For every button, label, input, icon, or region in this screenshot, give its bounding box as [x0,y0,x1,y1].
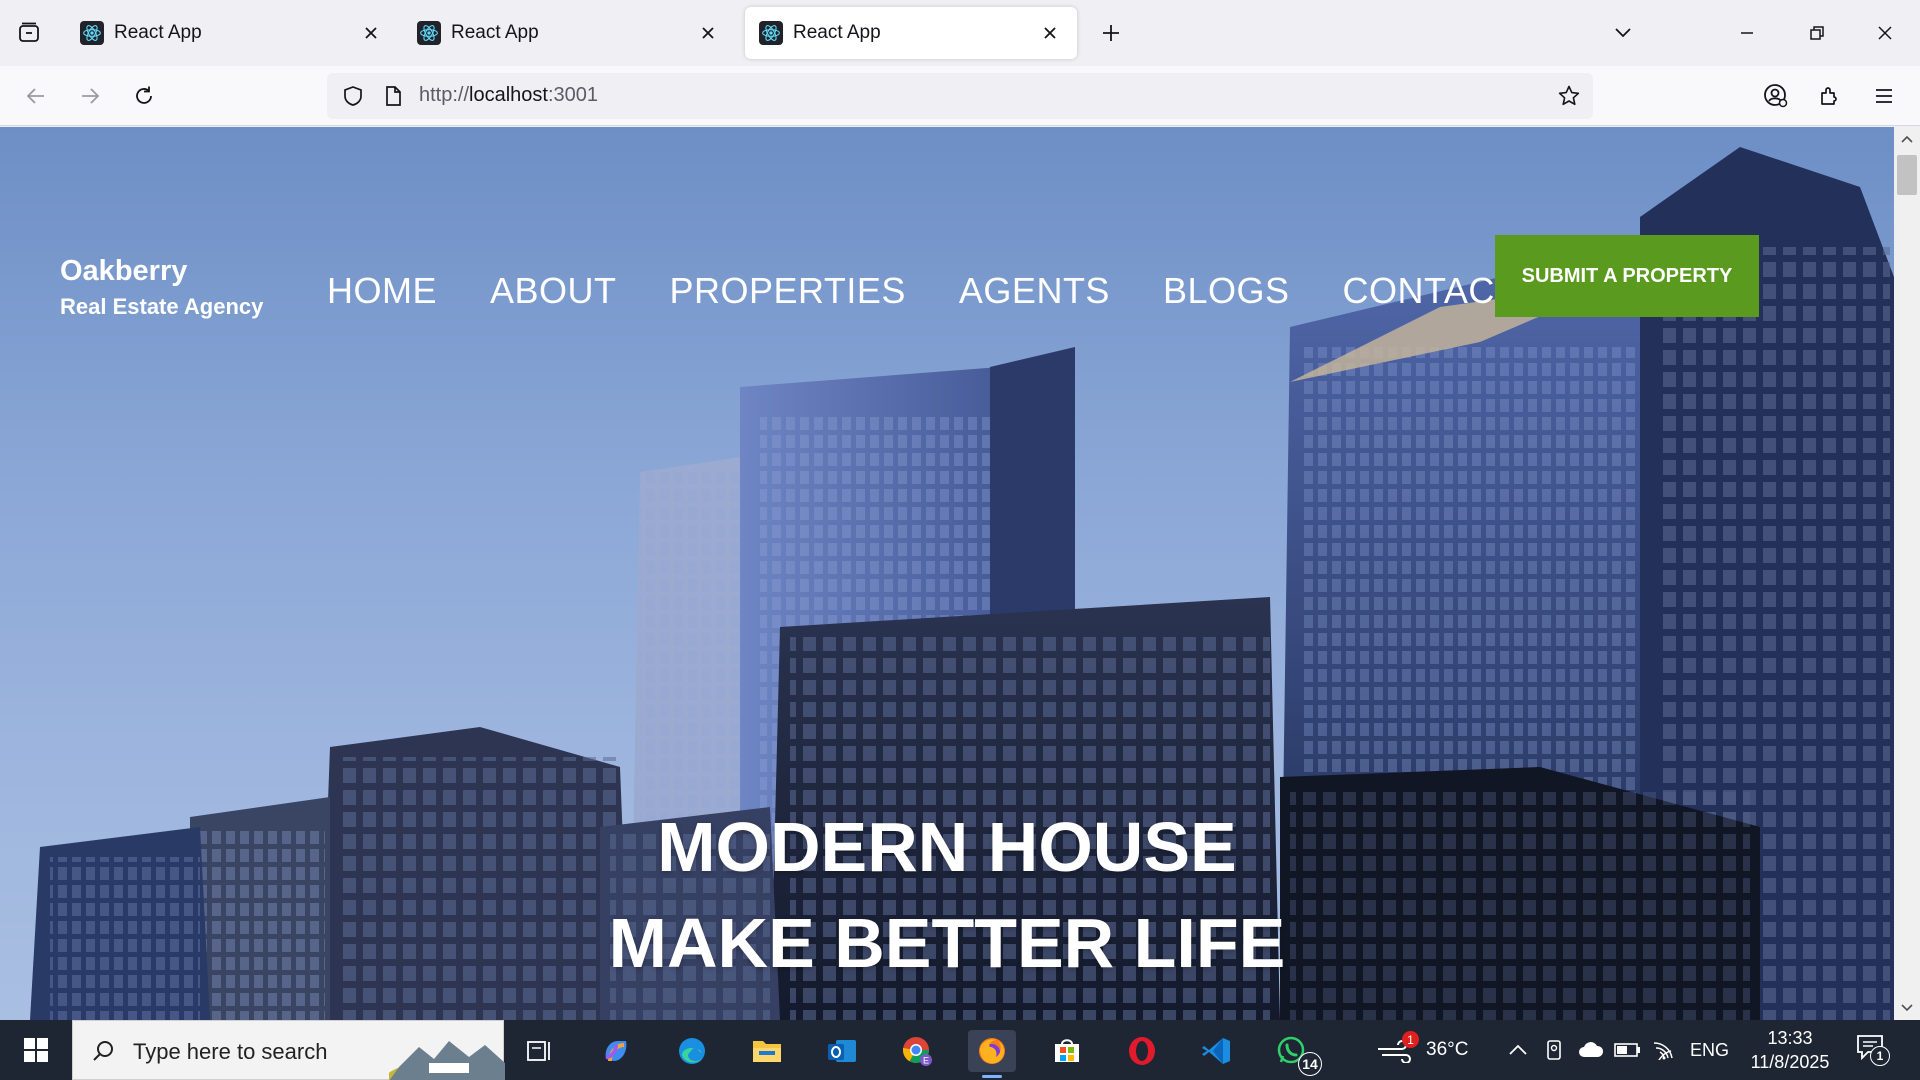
brand-tagline: Real Estate Agency [60,294,264,319]
bookmark-star-icon[interactable] [1555,82,1583,110]
page-scrollbar[interactable] [1894,127,1920,1020]
page-icon[interactable] [379,82,407,110]
firefox-icon[interactable] [968,1030,1016,1078]
forward-arrow-icon[interactable] [72,78,108,114]
whatsapp-badge: 14 [1298,1052,1322,1076]
react-icon [80,21,104,45]
taskbar-clock[interactable]: 13:33 11/8/2025 [1740,1026,1840,1074]
nav-link-properties[interactable]: PROPERTIES [670,270,906,312]
browser-toolbar: http://localhost:3001 [0,66,1920,126]
hero-heading-line-2: MAKE BETTER LIFE [608,904,1286,982]
taskbar-search-box[interactable]: Type here to search [72,1020,505,1080]
minimize-icon[interactable] [1725,14,1769,52]
submit-property-button[interactable]: SUBMIT A PROPERTY [1495,235,1759,317]
new-tab-icon[interactable] [1096,18,1126,48]
copilot-icon[interactable] [592,1030,640,1072]
search-icon [89,1037,117,1065]
react-icon [417,21,441,45]
close-tab-icon[interactable] [358,20,384,46]
nav-link-agents[interactable]: AGENTS [959,270,1110,312]
opera-icon[interactable] [1118,1030,1166,1072]
notifications-icon[interactable]: 1 [1856,1020,1896,1080]
clock-time: 13:33 [1767,1028,1813,1048]
chevron-down-icon[interactable] [1608,18,1638,48]
chrome-icon[interactable]: E [893,1030,941,1072]
weather-badge: 1 [1402,1031,1419,1048]
restore-icon[interactable] [1795,14,1839,52]
battery-icon[interactable] [1614,1020,1642,1080]
url-bar[interactable]: http://localhost:3001 [327,73,1593,119]
edge-browser-icon[interactable] [668,1030,716,1072]
vs-code-icon[interactable] [1193,1030,1241,1072]
extensions-icon[interactable] [1812,78,1848,114]
account-icon[interactable] [1758,78,1794,114]
show-hidden-icons-chevron-icon[interactable] [1508,1020,1528,1080]
close-tab-icon[interactable] [695,20,721,46]
weather-wind-icon: 1 [1376,1031,1420,1065]
shield-icon[interactable] [339,82,367,110]
scroll-up-icon[interactable] [1894,127,1920,151]
windows-taskbar: Type here to search E 14 1 36°C ENG 13:3… [0,1020,1920,1080]
site-nav: HOME ABOUT PROPERTIES AGENTS BLOGS CONTA… [327,270,1517,312]
close-tab-icon[interactable] [1037,20,1063,46]
scroll-thumb[interactable] [1897,155,1917,195]
browser-tab-strip: React App React App React App [0,0,1920,66]
page-viewport: Oakberry Real Estate Agency HOME ABOUT P… [0,127,1894,1020]
browser-tab-1[interactable]: React App [66,7,398,59]
nav-link-blogs[interactable]: BLOGS [1163,270,1290,312]
search-placeholder: Type here to search [133,1039,328,1064]
nav-link-about[interactable]: ABOUT [490,270,617,312]
tab-title: React App [114,22,202,43]
whatsapp-icon[interactable]: 14 [1268,1030,1322,1076]
url-text[interactable]: http://localhost:3001 [419,84,598,107]
microsoft-store-icon[interactable] [1043,1030,1091,1072]
browser-tab-2[interactable]: React App [403,7,735,59]
language-indicator[interactable]: ENG [1690,1020,1729,1080]
reload-icon[interactable] [126,78,162,114]
nav-link-home[interactable]: HOME [327,270,437,312]
hamburger-menu-icon[interactable] [1866,78,1902,114]
wifi-icon[interactable] [1652,1020,1676,1080]
brand-name: Oakberry [60,255,188,287]
site-brand[interactable]: Oakberry Real Estate Agency [60,255,263,320]
clock-date: 11/8/2025 [1750,1052,1830,1072]
meet-now-icon[interactable] [1544,1020,1566,1080]
tab-title: React App [793,22,881,43]
scroll-down-icon[interactable] [1894,996,1920,1020]
search-highlight-illustration-icon [389,1041,505,1080]
tab-title: React App [451,22,539,43]
svg-text:E: E [923,1056,929,1066]
close-window-icon[interactable] [1863,14,1907,52]
task-view-icon[interactable] [516,1030,564,1072]
nav-link-contact[interactable]: CONTACT [1343,270,1518,312]
temperature: 36°C [1426,1039,1469,1060]
tab-overview-icon[interactable] [14,18,44,48]
hero-heading-line-1: MODERN HOUSE [657,808,1237,886]
windows-start-icon[interactable] [14,1032,58,1068]
browser-tab-3-active[interactable]: React App [745,7,1077,59]
outlook-icon[interactable] [818,1030,866,1072]
weather-widget[interactable]: 1 36°C [1376,1020,1496,1080]
back-arrow-icon[interactable] [18,78,54,114]
react-icon [759,21,783,45]
onedrive-cloud-icon[interactable] [1578,1020,1604,1080]
notification-count-badge: 1 [1870,1046,1890,1066]
file-explorer-icon[interactable] [743,1030,791,1072]
